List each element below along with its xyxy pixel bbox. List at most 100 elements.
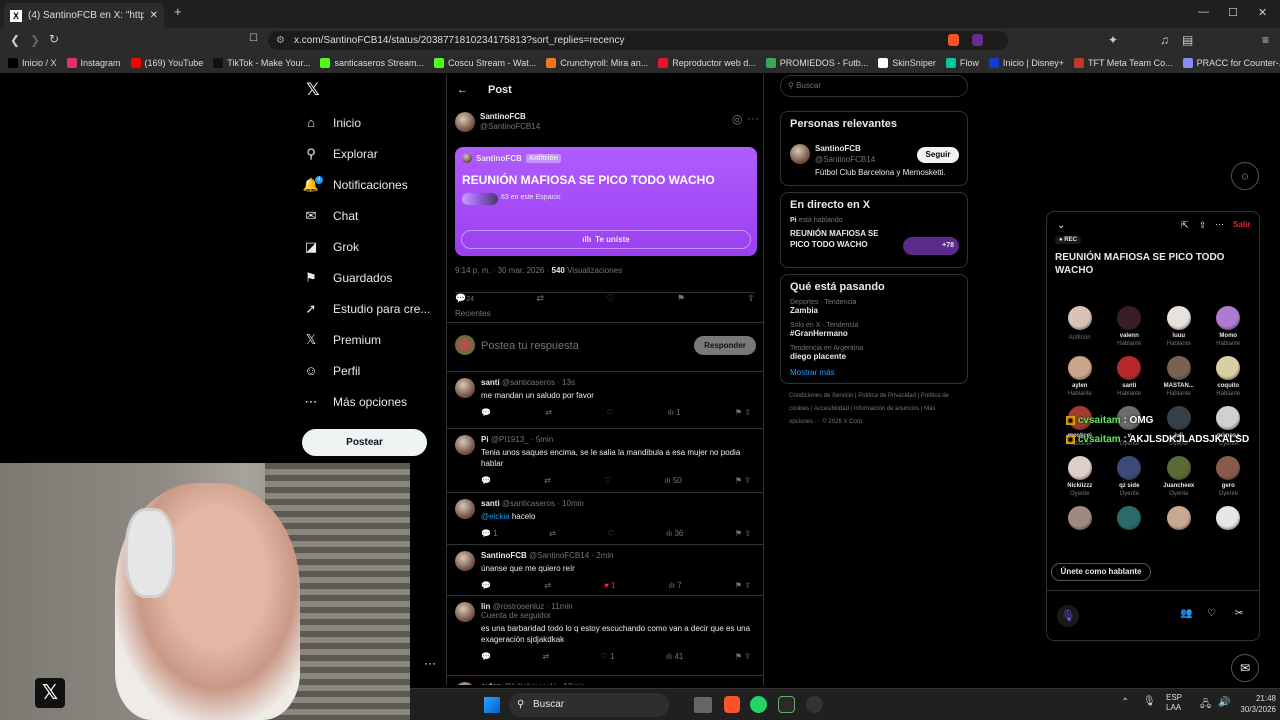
reply-save-icon[interactable]: ⚑ ⇪ [735,652,751,661]
network-icon[interactable]: 🖧 [1200,697,1211,714]
site-info-icon[interactable]: ⚙ [276,31,285,50]
reply-avatar[interactable] [455,602,475,622]
bookmark-item[interactable]: Crunchyroll: Mira an... [546,58,648,68]
reply-name[interactable]: SantinoFCB [481,551,527,560]
space-more-icon[interactable]: ··· [1215,219,1224,229]
reply-mention[interactable]: @elckia [481,512,510,521]
grok-icon[interactable]: ◎ [732,112,742,126]
participant[interactable] [1204,504,1254,535]
reply-item[interactable]: Pi @PI1913_ · 5min Tenia unos saques enci… [447,428,763,485]
bookmark-item[interactable]: SkinSniper [878,58,936,68]
reply-save-icon[interactable]: ⚑ ⇪ [735,408,751,417]
participant[interactable]: qz side Oyente [1105,454,1155,497]
browser-tab[interactable]: X (4) SantinoFCB en X: "https://... ✕ [4,3,164,28]
mic-tray-icon[interactable]: 🎙 [1143,696,1156,707]
reply-views-icon[interactable]: ılı 41 [666,652,683,661]
leave-button[interactable]: Salir [1233,220,1250,229]
task-view-icon[interactable] [694,697,712,713]
reply-repost-icon[interactable]: ⇄ [545,408,552,417]
reply-save-icon[interactable]: ⚑ ⇪ [735,476,751,485]
nav-item-5[interactable]: ⚑ Guardados [303,262,433,293]
trend-item[interactable]: Solo en X · Tendencia #GranHermano [790,322,958,338]
bookmark-icon[interactable]: ☐ [249,33,258,44]
participant[interactable]: Juancheex Oyente [1154,454,1204,497]
reaction-icon[interactable]: ♡ [1207,608,1216,619]
nav-item-8[interactable]: ☺ Perfil [303,355,433,386]
bookmark-item[interactable]: TFT Meta Team Co... [1073,58,1173,68]
extensions-icon[interactable]: ✦ [1108,33,1118,47]
participant[interactable] [1055,504,1105,535]
new-tab-button[interactable]: + [174,4,182,19]
reply-like-icon[interactable]: ♥ 1 [604,581,615,590]
reply-name[interactable]: lin [481,602,490,611]
participant[interactable] [1105,504,1155,535]
reply-name[interactable]: santi [481,499,500,508]
reply-name[interactable]: Pi [481,435,489,444]
reply-views-icon[interactable]: ılı 36 [666,529,683,538]
tab-close-icon[interactable]: ✕ [150,10,158,21]
participant[interactable]: valenn Hablante [1105,304,1155,347]
share-space-icon[interactable]: ⇪ [1199,220,1207,231]
search-input[interactable]: ⚲ Buscar [780,75,968,97]
nav-item-3[interactable]: ✉ Chat [303,200,433,231]
participant[interactable]: aylen Hablante [1055,354,1105,397]
reply-repost-icon[interactable]: ⇄ [542,652,549,661]
reply-comment-icon[interactable]: 💬 [481,581,491,590]
reply-item[interactable]: SantinoFCB @SantinoFCB14 · 2min únanse qu… [447,544,763,590]
bookmark-item[interactable]: Inicio | Disney+ [988,58,1064,68]
nav-item-4[interactable]: ◪ Grok [303,231,433,262]
reply-repost-icon[interactable]: ⇄ [544,581,551,590]
reply-button[interactable]: Responder [694,336,756,355]
reply-views-icon[interactable]: ılı 1 [668,408,681,417]
reload-icon[interactable]: ↻ [49,32,59,46]
reply-repost-icon[interactable]: ⇄ [544,476,551,485]
sort-dropdown[interactable]: Recientes [455,309,491,318]
bookmark-item[interactable]: Flow [945,58,979,68]
author-name[interactable]: SantinoFCB [480,112,526,121]
nav-item-6[interactable]: ➚ Estudio para cre... [303,293,433,324]
save-icon[interactable]: ⚑ [677,293,685,304]
reply-comment-icon[interactable]: 💬 1 [481,529,498,538]
back-icon[interactable]: ❮ [10,33,20,47]
forward-icon[interactable]: ❯ [30,33,40,47]
reply-comment-icon[interactable]: 💬 [481,652,491,661]
reply-avatar[interactable] [455,378,475,398]
reply-avatar[interactable] [455,499,475,519]
reply-item[interactable]: aylen @hdighmosski · 12min [447,675,763,685]
reply-save-icon[interactable]: ⚑ ⇪ [735,529,751,538]
collapse-icon[interactable]: ⌄ [1057,220,1065,231]
bookmark-item[interactable]: TikTok - Make Your... [213,58,310,68]
mic-icon[interactable]: 🎙 [1057,605,1079,627]
reply-avatar[interactable] [455,551,475,571]
tools-icon[interactable]: ✂ [1235,608,1243,619]
language-indicator[interactable]: ESP LAA [1166,693,1182,713]
clock[interactable]: 21:48 30/3/2026 [1236,693,1276,715]
volume-icon[interactable]: 🔊 [1218,697,1230,708]
reply-save-icon[interactable]: ⚑ ⇪ [735,581,751,590]
bookmark-item[interactable]: Coscu Stream - Wat... [434,58,536,68]
bookmark-item[interactable]: PROMIEDOS - Futb... [765,58,868,68]
reply-like-icon[interactable]: ♡ [606,408,613,417]
reply-repost-icon[interactable]: ⇄ [549,529,556,538]
post-more-icon[interactable]: ··· [747,111,759,125]
reply-name[interactable]: santi [481,378,500,387]
bookmark-item[interactable]: santicaseros Stream... [320,58,424,68]
share-icon[interactable]: ⇪ [747,293,755,304]
tray-chevron-icon[interactable]: ⌃ [1121,697,1129,708]
nav-item-1[interactable]: ⚲ Explorar [303,138,433,169]
taskbar-search[interactable]: ⚲ Buscar [509,693,669,717]
whatsapp-icon[interactable] [750,696,767,713]
live-on-x[interactable]: En directo en X Pi está hablando REUNIÓN… [780,192,968,268]
footer-links[interactable]: Condiciones de Servicio | Política de Pr… [780,390,968,429]
trend-item[interactable]: Deportes · Tendencia Zambia [790,299,958,315]
reply-comment-icon[interactable]: 💬 [481,408,491,417]
reply-comment-icon[interactable]: 💬 [481,476,491,485]
repost-icon[interactable]: ⇄ [536,293,544,304]
participant[interactable]: Nickiizzz Oyente [1055,454,1105,497]
brave-taskbar-icon[interactable] [724,696,740,713]
bookmark-item[interactable]: PRACC for Counter-... [1182,58,1280,68]
nav-item-2[interactable]: 🔔 Notificaciones [303,169,433,200]
participant[interactable] [1154,504,1204,535]
space-card[interactable]: SantinoFCB Anfitrión REUNIÓN MAFIOSA SE … [455,147,757,256]
reply-item[interactable]: lin @rostrosenluz · 11min Cuenta de segui… [447,595,763,661]
